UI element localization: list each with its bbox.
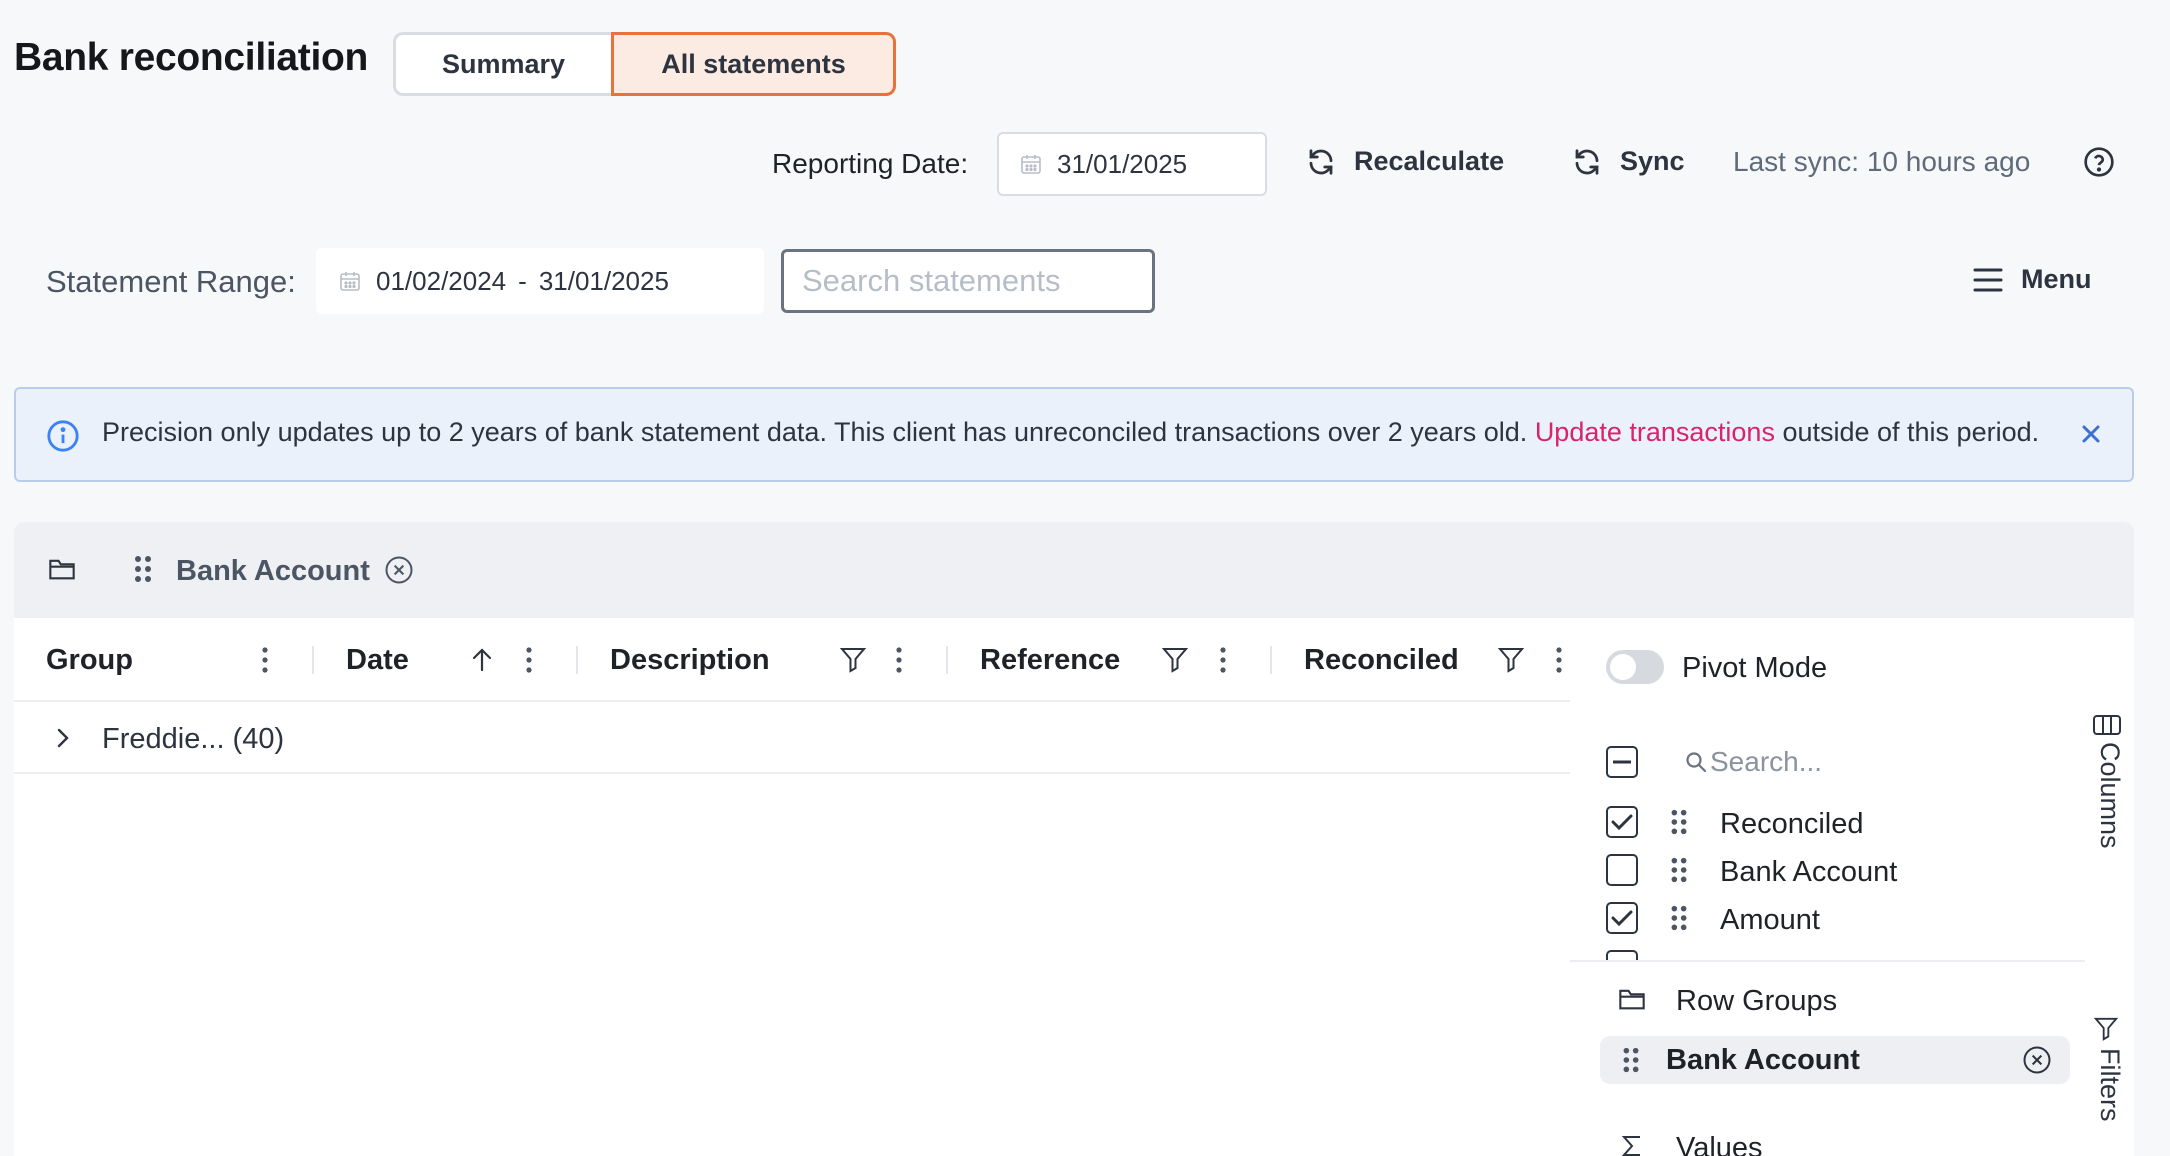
filters-tab[interactable]: Filters	[2092, 1016, 2125, 1122]
column-separator[interactable]	[946, 646, 948, 674]
help-icon[interactable]	[2083, 146, 2115, 178]
column-item-label: Amount	[1720, 904, 1820, 936]
banner-text-before: Precision only updates up to 2 years of …	[102, 417, 1535, 447]
filter-icon[interactable]	[840, 646, 866, 674]
column-separator[interactable]	[1270, 646, 1272, 674]
table-row[interactable]: Freddie... (40)	[14, 702, 1570, 774]
group-chip-label: Bank Account	[176, 555, 370, 587]
last-sync-status: Last sync: 10 hours ago	[1733, 146, 2031, 177]
column-menu-icon[interactable]	[260, 646, 270, 674]
column-checkbox-clipped[interactable]	[1606, 950, 1638, 960]
filter-icon[interactable]	[1498, 646, 1524, 674]
column-header-date[interactable]: Date	[346, 618, 409, 702]
hamburger-icon	[1973, 268, 2003, 291]
folder-icon	[1618, 986, 1646, 1012]
calendar-icon	[338, 269, 362, 293]
page-title: Bank reconciliation	[14, 36, 369, 79]
range-separator: -	[518, 265, 527, 296]
sigma-icon	[1620, 1134, 1644, 1156]
search-icon	[1684, 750, 1708, 774]
info-icon	[46, 419, 80, 453]
drag-handle-icon[interactable]	[134, 554, 152, 584]
values-label: Values	[1676, 1132, 1763, 1156]
reporting-date-picker[interactable]: 31/01/2025	[997, 132, 1267, 196]
column-item-label: Reconciled	[1720, 808, 1864, 840]
view-tabs: Summary All statements	[393, 32, 896, 96]
column-header-description[interactable]: Description	[610, 618, 770, 702]
toggle-knob	[1610, 654, 1636, 680]
search-statements-input[interactable]	[781, 249, 1155, 313]
column-menu-icon[interactable]	[1554, 646, 1564, 674]
drag-handle-icon[interactable]	[1622, 1046, 1640, 1074]
sort-ascending-icon[interactable]	[470, 646, 494, 674]
select-all-checkbox[interactable]	[1606, 746, 1638, 778]
reporting-date-label: Reporting Date:	[772, 148, 969, 179]
filter-icon[interactable]	[1162, 646, 1188, 674]
row-group-bar: Bank Account	[14, 522, 2134, 618]
columns-icon	[2093, 715, 2121, 735]
row-group-chip-label: Bank Account	[1666, 1044, 1860, 1076]
refresh-icon	[1309, 148, 1333, 175]
menu-button[interactable]: Menu	[1973, 264, 2092, 295]
row-group-chip[interactable]: Bank Account	[1600, 1036, 2070, 1084]
column-separator[interactable]	[576, 646, 578, 674]
folder-icon	[48, 556, 76, 582]
banner-text-after: outside of this period.	[1774, 417, 2040, 447]
tool-panel: Pivot Mode Reconciled Bank Account	[1570, 618, 2134, 1156]
filters-tab-label: Filters	[2095, 1048, 2125, 1122]
column-checkbox-amount[interactable]	[1606, 902, 1638, 934]
chevron-right-icon[interactable]	[54, 724, 72, 752]
column-menu-icon[interactable]	[1218, 646, 1228, 674]
column-checkbox-reconciled[interactable]	[1606, 806, 1638, 838]
statements-grid: Bank Account Group Date Description Refe…	[14, 522, 2134, 1156]
statement-range-picker[interactable]: 01/02/2024 - 31/01/2025	[316, 248, 764, 314]
sync-icon	[1575, 148, 1599, 175]
range-start: 01/02/2024	[376, 265, 507, 296]
drag-handle-icon[interactable]	[1670, 856, 1688, 884]
tab-all-statements[interactable]: All statements	[611, 32, 896, 96]
column-item-label: Bank Account	[1720, 856, 1898, 888]
recalculate-label: Recalculate	[1354, 146, 1505, 176]
columns-tab-label: Columns	[2095, 742, 2125, 849]
filter-icon	[2093, 1017, 2119, 1041]
update-transactions-link[interactable]: Update transactions	[1535, 417, 1775, 447]
remove-row-group-icon[interactable]	[2022, 1045, 2052, 1075]
close-icon[interactable]	[2079, 422, 2103, 446]
column-search-input[interactable]	[1710, 740, 2030, 784]
column-separator[interactable]	[312, 646, 314, 674]
pivot-mode-toggle[interactable]	[1606, 650, 1664, 684]
columns-tab[interactable]: Columns	[2092, 714, 2125, 849]
calendar-icon	[1019, 152, 1043, 176]
drag-handle-icon[interactable]	[1670, 904, 1688, 932]
column-header-group[interactable]: Group	[46, 618, 133, 702]
menu-label: Menu	[2021, 264, 2092, 294]
sync-label: Sync	[1620, 146, 1685, 176]
pivot-mode-label: Pivot Mode	[1682, 652, 1828, 684]
drag-handle-icon[interactable]	[1670, 808, 1688, 836]
info-banner: Precision only updates up to 2 years of …	[14, 387, 2134, 482]
sync-button[interactable]: Sync	[1572, 146, 1685, 177]
group-row-label: Freddie... (40)	[102, 723, 285, 755]
column-checkbox-bank-account[interactable]	[1606, 854, 1638, 886]
grid-header: Group Date Description Reference Reconci…	[14, 618, 1570, 702]
column-menu-icon[interactable]	[524, 646, 534, 674]
statement-range-label: Statement Range:	[46, 264, 296, 299]
banner-message: Precision only updates up to 2 years of …	[102, 417, 2039, 448]
remove-group-icon[interactable]	[384, 555, 414, 585]
reporting-date-value: 31/01/2025	[1057, 148, 1188, 179]
tab-summary[interactable]: Summary	[393, 32, 611, 96]
column-menu-icon[interactable]	[894, 646, 904, 674]
row-groups-label: Row Groups	[1676, 985, 1838, 1017]
range-end: 31/01/2025	[538, 265, 669, 296]
column-header-reconciled[interactable]: Reconciled	[1304, 618, 1459, 702]
column-header-reference[interactable]: Reference	[980, 618, 1120, 702]
recalculate-button[interactable]: Recalculate	[1306, 146, 1504, 177]
panel-divider	[1570, 960, 2085, 962]
